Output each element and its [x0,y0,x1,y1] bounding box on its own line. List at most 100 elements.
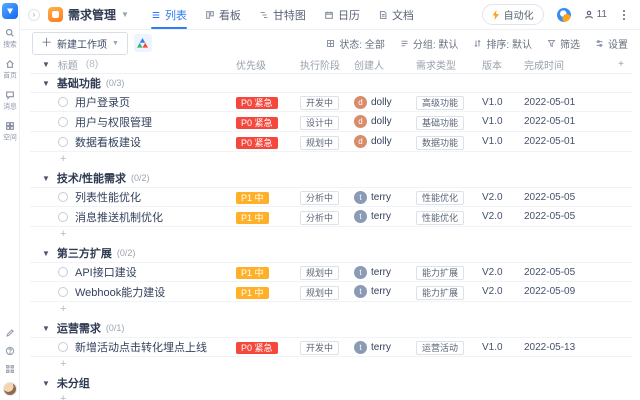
creator-cell: tterry [354,191,416,204]
group-collapse-caret-icon[interactable]: ▼ [42,79,50,88]
tab-board[interactable]: 看板 [205,0,241,29]
group-count: (0/2) [117,248,136,258]
requirement-row[interactable]: 用户与权限管理P0 紧急设计中ddolly基础功能V1.02022-05-01 [30,112,632,132]
sidebar-item-home[interactable]: 首页 [2,59,18,81]
type-cell: 能力扩展 [416,263,482,281]
tab-gantt[interactable]: 甘特图 [259,0,306,29]
requirement-row[interactable]: API接口建设P1 中规划中tterry能力扩展V2.02022-05-05 [30,262,632,282]
member-count: 11 [597,9,607,20]
requirement-row[interactable]: 消息推送机制优化P1 中分析中tterry性能优化V2.02022-05-05 [30,207,632,227]
tab-docs[interactable]: 文档 [378,0,414,29]
group-header-row[interactable]: ▼基础功能(0/3) [30,74,632,92]
requirement-row[interactable]: 列表性能优化P1 中分析中tterry性能优化V2.02022-05-05 [30,187,632,207]
tab-calendar[interactable]: 日历 [324,0,360,29]
requirement-title-cell: 用户与权限管理 [30,114,236,130]
row-status-circle[interactable] [58,212,68,222]
project-switcher[interactable]: 需求管理 ▼ [48,6,129,23]
help-icon[interactable] [5,346,15,356]
column-header-creator[interactable]: 创建人 [354,57,416,72]
row-status-circle[interactable] [58,137,68,147]
group-header-row[interactable]: ▼运营需求(0/1) [30,319,632,337]
requirement-title-cell: API接口建设 [30,264,236,280]
type-cell: 性能优化 [416,208,482,226]
finish-time-cell: 2022-05-13 [524,342,610,353]
column-header-stage[interactable]: 执行阶段 [300,57,354,72]
stage-cell: 设计中 [300,113,354,131]
collapse-all-caret-icon[interactable]: ▼ [42,60,50,69]
apps-grid-icon[interactable] [5,364,15,374]
creator-avatar: d [354,115,367,128]
row-status-circle[interactable] [58,97,68,107]
creator-avatar: t [354,285,367,298]
group-collapse-caret-icon[interactable]: ▼ [42,249,50,258]
row-status-circle[interactable] [58,192,68,202]
add-item-row[interactable]: + [30,152,632,167]
sidebar-item-messages[interactable]: 消息 [2,90,18,112]
requirement-group: ▼未分组+ [30,374,632,400]
column-header-finish-time[interactable]: 完成时间 [524,57,610,72]
members-button[interactable]: 11 [584,9,607,20]
requirement-row[interactable]: 新增活动点击转化埋点上线P0 紧急开发中tterry运营活动V1.02022-0… [30,337,632,357]
row-status-circle[interactable] [58,267,68,277]
group-header-row[interactable]: ▼未分组 [30,374,632,392]
creator-name: terry [371,267,391,278]
creator-cell: ddolly [354,135,416,148]
add-item-row[interactable]: + [30,227,632,242]
add-item-row[interactable]: + [30,302,632,317]
requirement-title-cell: Webhook能力建设 [30,284,236,300]
smart-view-button[interactable] [134,34,152,52]
group-collapse-caret-icon[interactable]: ▼ [42,379,50,388]
table-body: ▼基础功能(0/3)用户登录页P0 紧急开发中ddolly高级功能V1.0202… [30,74,632,400]
group-header-row[interactable]: ▼技术/性能需求(0/2) [30,169,632,187]
requirement-row[interactable]: Webhook能力建设P1 中规划中tterry能力扩展V2.02022-05-… [30,282,632,302]
user-avatar[interactable] [3,382,17,396]
settings-control[interactable]: 设置 [595,36,628,51]
type-chip: 基础功能 [416,116,464,130]
row-status-circle[interactable] [58,117,68,127]
group-control[interactable]: 分组: 默认 [400,36,459,51]
status-filter-label: 状态: 全部 [339,36,385,51]
add-item-row[interactable]: + [30,357,632,372]
gantt-icon [259,10,269,20]
requirement-row[interactable]: 用户登录页P0 紧急开发中ddolly高级功能V1.02022-05-01 [30,92,632,112]
more-menu-icon[interactable] [620,9,628,21]
new-work-item-button[interactable]: ＋ 新建工作项 ▼ [32,32,128,55]
row-status-circle[interactable] [58,342,68,352]
sidebar-item-search[interactable]: 搜索 [2,28,18,50]
automation-button[interactable]: 自动化 [482,4,544,25]
type-chip: 能力扩展 [416,266,464,280]
group-header-row[interactable]: ▼第三方扩展(0/2) [30,244,632,262]
row-status-circle[interactable] [58,287,68,297]
column-header-priority[interactable]: 优先级 [236,57,300,72]
stage-cell: 开发中 [300,93,354,111]
add-column-button[interactable]: + [610,59,632,70]
filter-control[interactable]: 筛选 [547,36,580,51]
assistant-icon[interactable] [557,8,571,22]
list-toolbar: ＋ 新建工作项 ▼ 状态: 全部 分组: 默认 排序: 默认 [20,30,640,56]
requirement-row[interactable]: 数据看板建设P0 紧急规划中ddolly数据功能V1.02022-05-01 [30,132,632,152]
add-item-cell: + [30,359,236,370]
feedback-pen-icon[interactable] [5,328,15,338]
version-cell: V1.0 [482,97,524,108]
group-collapse-caret-icon[interactable]: ▼ [42,174,50,183]
sort-control[interactable]: 排序: 默认 [473,36,532,51]
status-filter[interactable]: 状态: 全部 [326,36,385,51]
finish-time-cell: 2022-05-09 [524,286,610,297]
group-icon [400,39,409,48]
tab-list[interactable]: 列表 [151,0,187,29]
priority-badge: P1 中 [236,212,269,224]
title-column-header[interactable]: ▼ 标题 (8) [30,57,236,72]
group-collapse-caret-icon[interactable]: ▼ [42,324,50,333]
column-header-version[interactable]: 版本 [482,57,524,72]
group-name: 基础功能 [57,75,101,91]
finish-time-cell: 2022-05-05 [524,267,610,278]
add-item-row[interactable]: + [30,392,632,400]
type-cell: 性能优化 [416,188,482,206]
requirement-title-cell: 用户登录页 [30,94,236,110]
app-logo[interactable] [2,3,18,19]
requirement-title: 用户登录页 [75,94,130,110]
table-header-row: ▼ 标题 (8) 优先级 执行阶段 创建人 需求类型 版本 完成时间 + [30,56,632,74]
sidebar-item-spaces[interactable]: 空间 [2,121,18,143]
collapse-sidebar-button[interactable]: › [28,9,40,21]
column-header-type[interactable]: 需求类型 [416,57,482,72]
